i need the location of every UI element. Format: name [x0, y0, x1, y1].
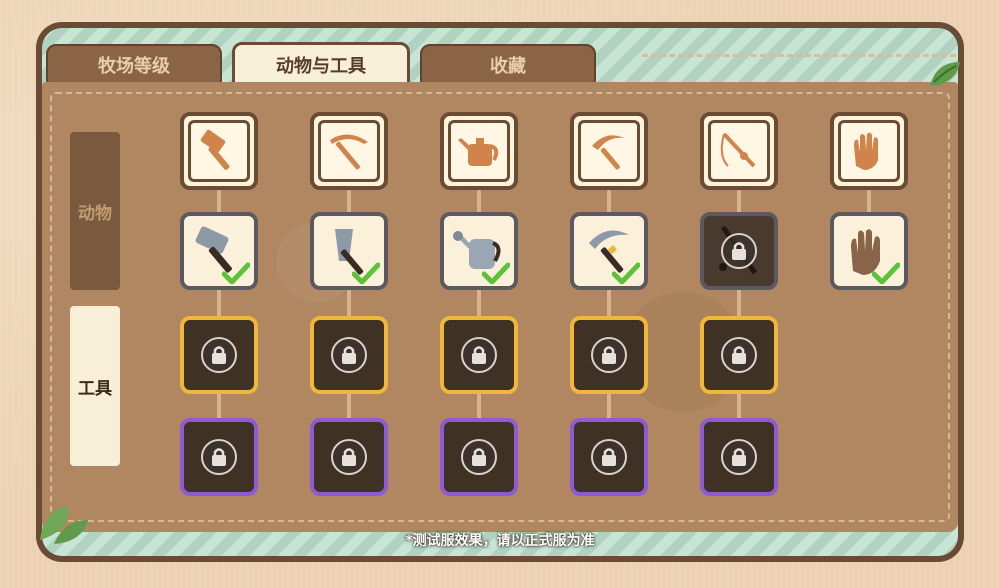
sidebar-item-animals[interactable]: 动物 [70, 132, 120, 290]
tool-fishing-rod-tier1[interactable] [700, 212, 778, 290]
tab-ranch-level-label: 牧场等级 [98, 56, 170, 77]
tab-animals-tools-label: 动物与工具 [276, 56, 366, 77]
lock-icon [461, 439, 497, 475]
category-hammer[interactable] [180, 112, 258, 190]
lock-icon [721, 439, 757, 475]
gloves-icon [854, 132, 878, 170]
test-server-note: *测试服效果，请以正式服为准 [405, 533, 595, 549]
lock-icon [201, 439, 237, 475]
lock-icon [721, 233, 757, 269]
pickaxe-icon [330, 134, 368, 170]
tool-pickaxe-tier3[interactable] [310, 418, 388, 496]
tool-hammer-tier3[interactable] [180, 418, 258, 496]
lock-icon [591, 337, 627, 373]
sidebar-item-tools[interactable]: 工具 [70, 306, 120, 466]
tool-fishing-rod-tier2[interactable] [700, 316, 778, 394]
tab-bar-divider [642, 54, 956, 57]
check-icon [482, 262, 510, 284]
category-pickaxe[interactable] [310, 112, 388, 190]
lock-icon [201, 337, 237, 373]
tool-watering-can-tier1[interactable] [440, 212, 518, 290]
check-icon [222, 262, 250, 284]
sickle-icon [592, 135, 624, 170]
tool-hammer-tier1[interactable] [180, 212, 258, 290]
watering-can-icon [458, 138, 499, 166]
hammer-icon [200, 129, 230, 170]
check-icon [872, 262, 900, 284]
lock-icon [331, 337, 367, 373]
lock-icon [461, 337, 497, 373]
category-watering-can[interactable] [440, 112, 518, 190]
tab-bar: 牧场等级 动物与工具 收藏 [42, 40, 958, 88]
tool-gloves-tier1[interactable] [830, 212, 908, 290]
tool-fishing-rod-tier3[interactable] [700, 418, 778, 496]
fishing-rod-icon [720, 132, 756, 168]
lock-icon [591, 439, 627, 475]
leaf-decoration-icon [930, 62, 960, 86]
sidebar-animals-label: 动物 [78, 203, 112, 224]
category-sickle[interactable] [570, 112, 648, 190]
tool-sickle-tier2[interactable] [570, 316, 648, 394]
category-gloves[interactable] [830, 112, 908, 190]
check-icon [612, 262, 640, 284]
tab-ranch-level[interactable]: 牧场等级 [46, 44, 222, 86]
tool-pickaxe-tier1[interactable] [310, 212, 388, 290]
tool-hammer-tier2[interactable] [180, 316, 258, 394]
lock-icon [721, 337, 757, 373]
check-icon [352, 262, 380, 284]
tool-sickle-tier1[interactable] [570, 212, 648, 290]
tool-sickle-tier3[interactable] [570, 418, 648, 496]
category-fishing-rod[interactable] [700, 112, 778, 190]
tool-watering-can-tier3[interactable] [440, 418, 518, 496]
tool-watering-can-tier2[interactable] [440, 316, 518, 394]
tab-collection-label: 收藏 [490, 56, 526, 77]
lock-icon [331, 439, 367, 475]
tool-pickaxe-tier2[interactable] [310, 316, 388, 394]
tab-collection[interactable]: 收藏 [420, 44, 596, 86]
sidebar-tools-label: 工具 [78, 378, 112, 399]
